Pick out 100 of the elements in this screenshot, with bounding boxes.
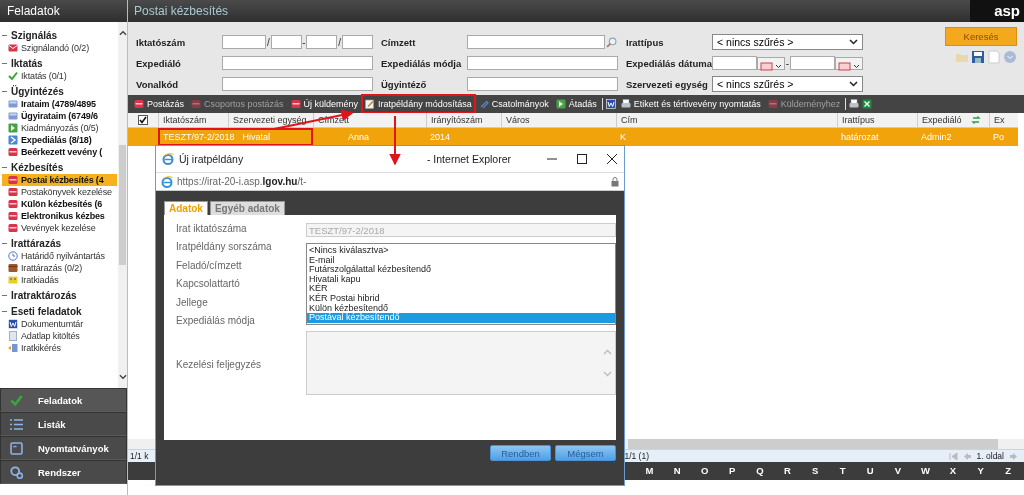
sidebar-item[interactable]: Kiadmányozás (0/5)	[2, 122, 117, 134]
letter-filter[interactable]: Z	[994, 462, 1022, 480]
list-option[interactable]: KÉR Postai hibrid	[307, 293, 615, 304]
previous-page-icon[interactable]	[962, 451, 972, 461]
letter-filter[interactable]: R	[773, 462, 802, 480]
nav-button[interactable]: Feladatok	[0, 388, 127, 412]
collapse-icon[interactable]	[2, 310, 7, 313]
letter-filter[interactable]: O	[690, 462, 719, 480]
search-icon[interactable]	[606, 36, 617, 48]
column-header[interactable]: Ex	[989, 113, 1018, 128]
collapse-icon[interactable]	[2, 90, 7, 93]
toolbar-button[interactable]: Új küldemény	[288, 96, 361, 112]
list-option[interactable]: Futárszolgálattal kézbesítendő	[307, 265, 615, 275]
dropdown[interactable]: < nincs szűrés >	[712, 34, 863, 50]
sidebar-item[interactable]: Beérkezett vevény (	[2, 146, 117, 158]
input-field[interactable]	[222, 77, 373, 91]
sidebar-item[interactable]: Irattárazás (0/2)	[2, 262, 117, 274]
letter-filter[interactable]: U	[856, 462, 885, 480]
scroll-down-icon[interactable]	[118, 374, 127, 380]
input-field[interactable]	[306, 35, 338, 49]
table-cell: Po	[993, 132, 1004, 142]
section-title[interactable]: Irattárazás	[11, 238, 62, 249]
toolbar-button[interactable]: Átadás	[553, 96, 599, 112]
list-option[interactable]: Hivatali kapu	[307, 274, 615, 285]
calendar-button[interactable]	[757, 56, 785, 70]
collapse-icon[interactable]	[2, 294, 7, 297]
letter-filter[interactable]: Q	[746, 462, 774, 480]
input-field[interactable]	[467, 77, 618, 91]
column-header[interactable]: Város	[501, 113, 616, 128]
sidebar-item[interactable]: Szignálandó (0/2)	[2, 42, 117, 54]
sidebar-item[interactable]: Iratkiadás	[2, 274, 117, 286]
sidebar-item[interactable]: Iratkikérés	[2, 342, 117, 354]
circle-icon[interactable]	[1003, 50, 1017, 64]
nav-button[interactable]: Listák	[0, 412, 127, 436]
section-title[interactable]: Szignálás	[11, 30, 58, 41]
list-option[interactable]: Külön kézbesítendő	[307, 303, 615, 314]
calendar-button[interactable]	[835, 56, 863, 70]
list-option[interactable]: E-mail	[307, 255, 615, 266]
letter-filter[interactable]: X	[939, 462, 967, 480]
save-icon[interactable]	[971, 50, 985, 64]
nav-button[interactable]: Nyomtatványok	[0, 436, 127, 460]
column-header[interactable]: Irányítószám	[426, 113, 501, 128]
list-option[interactable]: KÉR	[307, 284, 615, 294]
scroll-up-icon[interactable]	[118, 30, 127, 36]
letter-filter[interactable]: N	[663, 462, 691, 480]
dropdown[interactable]: < nincs szűrés >	[712, 76, 863, 92]
section-title[interactable]: Iratraktározás	[11, 290, 77, 301]
section-title[interactable]: Kézbesítés	[11, 162, 64, 173]
letter-filter[interactable]: P	[718, 462, 747, 480]
input-field[interactable]	[467, 35, 605, 49]
sidebar-item[interactable]: Ügyirataim (6749/6	[2, 110, 117, 122]
toolbar-button[interactable]: Csatolmányok	[476, 96, 551, 112]
nav-button[interactable]: Rendszer	[0, 460, 127, 484]
list-option[interactable]: <Nincs kiválasztva>	[307, 246, 615, 256]
section-title[interactable]: Iktatás	[11, 58, 43, 69]
section-title[interactable]: Eseti feladatok	[11, 306, 82, 317]
input-field[interactable]	[222, 56, 373, 70]
sidebar-item[interactable]: Iktatás (0/1)	[2, 70, 117, 82]
letter-filter[interactable]: Y	[966, 462, 995, 480]
column-header[interactable]: Iktatószám	[158, 113, 228, 128]
input-field[interactable]	[467, 56, 618, 70]
sidebar-item[interactable]: Postakönyvek kezelése	[2, 186, 117, 198]
column-header[interactable]: Irattípus	[837, 113, 917, 128]
letter-filter[interactable]: W	[911, 462, 940, 480]
sidebar-item[interactable]: Külön kézbesítés (6	[2, 198, 117, 210]
sidebar-item[interactable]: Irataim (4789/4895	[2, 98, 117, 110]
sidebar-item[interactable]: Expediálás (8/18)	[2, 134, 117, 146]
input-field[interactable]	[342, 35, 373, 49]
column-header[interactable]: Expediáló	[917, 113, 967, 128]
toolbar-button[interactable]: Etikett és tértivevény nyomtatás	[618, 96, 763, 112]
letter-filter[interactable]: S	[801, 462, 829, 480]
input-field[interactable]	[222, 35, 266, 49]
sidebar-item[interactable]: Vevények kezelése	[2, 222, 117, 234]
letter-filter[interactable]: M	[635, 462, 664, 480]
scrollbar[interactable]	[118, 22, 127, 388]
option-list[interactable]: <Nincs kiválasztva> E-mail Futárszolgálattal kézbesítendő Hivatali kapu KÉR KÉR Postai hibrid Külön kézbesítendő Postával kézbesítendő	[306, 243, 616, 325]
section-title[interactable]: Ügyintézés	[11, 86, 64, 97]
date-field[interactable]	[712, 56, 757, 70]
next-page-icon[interactable]	[1009, 451, 1018, 461]
date-field[interactable]	[790, 56, 835, 70]
collapse-icon[interactable]	[2, 242, 7, 245]
sidebar-item[interactable]: Postai kézbesítés (4	[2, 174, 117, 186]
maximize-icon[interactable]	[576, 153, 588, 165]
sidebar-item[interactable]: Határidő nyilvántartás	[2, 250, 117, 262]
letter-filter[interactable]: V	[884, 462, 912, 480]
toolbar-button[interactable]: Iratpéldány módosítása	[363, 96, 474, 112]
close-icon[interactable]	[606, 153, 618, 165]
sidebar-item[interactable]: Elektronikus kézbes	[2, 210, 117, 222]
first-page-icon[interactable]	[948, 451, 958, 461]
checkbox[interactable]	[138, 115, 148, 125]
sidebar-item[interactable]: Dokumentumtár	[2, 318, 117, 330]
collapse-icon[interactable]	[2, 166, 7, 169]
sidebar-item[interactable]: Adatlap kitöltés	[2, 330, 117, 342]
column-header[interactable]: Szervezeti egység	[228, 113, 313, 128]
input-field[interactable]	[270, 35, 302, 49]
collapse-icon[interactable]	[2, 34, 7, 37]
column-header[interactable]: Cím	[616, 113, 837, 128]
toolbar-button[interactable]: Postázás	[132, 96, 187, 112]
collapse-icon[interactable]	[2, 62, 7, 65]
letter-filter[interactable]: T	[828, 462, 857, 480]
